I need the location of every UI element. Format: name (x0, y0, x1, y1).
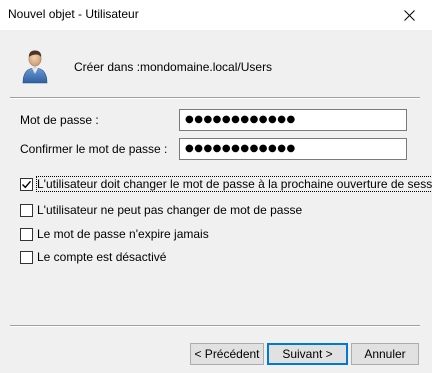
separator-bottom (10, 325, 420, 327)
option-password-never-expires[interactable]: Le mot de passe n'expire jamais (20, 226, 209, 242)
dialog-window: Nouvel objet - Utilisateur Créer dans : … (0, 0, 432, 373)
must-change-checkbox[interactable] (20, 177, 33, 191)
option-account-disabled[interactable]: Le compte est désactivé (20, 249, 166, 265)
create-in-path: mondomaine.local/Users (140, 60, 273, 74)
check-icon (22, 180, 32, 188)
password-field[interactable]: ●●●●●●●●●●●● (179, 109, 407, 131)
confirm-password-field[interactable]: ●●●●●●●●●●●● (179, 138, 407, 160)
must-change-label: L'utilisateur doit changer le mot de pas… (35, 176, 432, 192)
user-icon (22, 50, 48, 84)
password-label: Mot de passe : (20, 113, 99, 127)
cannot-change-label: L'utilisateur ne peut pas changer de mot… (37, 203, 303, 217)
title-bar: Nouvel objet - Utilisateur (0, 0, 432, 30)
confirm-password-label: Confirmer le mot de passe : (20, 142, 168, 156)
close-icon (404, 9, 415, 21)
never-expires-label: Le mot de passe n'expire jamais (37, 227, 209, 241)
close-button[interactable] (387, 0, 432, 30)
account-disabled-checkbox[interactable] (20, 250, 33, 264)
option-cannot-change-password[interactable]: L'utilisateur ne peut pas changer de mot… (20, 202, 302, 218)
previous-button[interactable]: < Précédent (190, 343, 264, 365)
never-expires-checkbox[interactable] (20, 227, 33, 241)
separator-top (10, 97, 420, 99)
next-button[interactable]: Suivant > (267, 343, 348, 365)
account-disabled-label: Le compte est désactivé (37, 250, 167, 264)
cannot-change-checkbox[interactable] (20, 203, 33, 217)
cancel-button[interactable]: Annuler (351, 343, 419, 365)
create-in-label: Créer dans : (74, 60, 141, 74)
window-title: Nouvel objet - Utilisateur (8, 7, 139, 21)
option-must-change-password[interactable]: L'utilisateur doit changer le mot de pas… (20, 176, 432, 192)
